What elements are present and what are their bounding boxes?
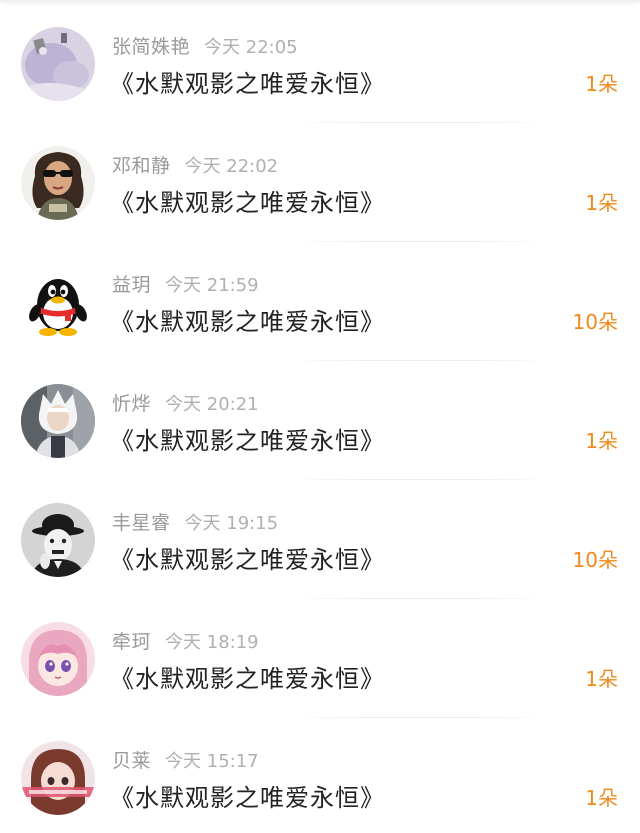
list-item[interactable]: 丰星睿 今天 19:15 《水默观影之唯爱永恒》 10朵	[0, 480, 640, 599]
flower-count: 1朵	[585, 191, 618, 215]
list-item[interactable]: 邓和静 今天 22:02 《水默观影之唯爱永恒》 1朵	[0, 123, 640, 242]
white-hair-cosplay-avatar	[21, 384, 95, 458]
woman-sunglasses-avatar	[21, 146, 95, 220]
timestamp: 今天 22:02	[184, 156, 279, 177]
user-name-text: 忻烨	[112, 393, 152, 415]
flower-count: 1朵	[585, 429, 618, 453]
flower-count: 1朵	[585, 667, 618, 691]
list-item[interactable]: 牵珂 今天 18:19 《水默观影之唯爱永恒》 1朵	[0, 599, 640, 718]
movie-title: 《水默观影之唯爱永恒》	[110, 189, 385, 217]
timestamp: 今天 21:59	[165, 275, 259, 296]
user-name: 益玥 今天 21:59	[112, 270, 259, 297]
user-name-text: 牵珂	[112, 631, 152, 653]
user-name-text: 贝莱	[112, 750, 152, 772]
gift-list: 张简姝艳 今天 22:05 《水默观影之唯爱永恒》 1朵 邓和静 今天 22:0…	[0, 4, 640, 833]
avatar[interactable]	[21, 146, 95, 220]
user-name: 张简姝艳 今天 22:05	[112, 32, 298, 59]
user-name-text: 邓和静	[112, 155, 171, 177]
user-name: 贝莱 今天 15:17	[112, 746, 259, 773]
avatar[interactable]	[21, 622, 95, 696]
list-item[interactable]: 贝莱 今天 15:17 《水默观影之唯爱永恒》 1朵	[0, 718, 640, 833]
movie-title: 《水默观影之唯爱永恒》	[110, 70, 385, 98]
gift-record-page: 张简姝艳 今天 22:05 《水默观影之唯爱永恒》 1朵 邓和静 今天 22:0…	[0, 0, 640, 833]
timestamp: 今天 20:21	[165, 394, 259, 415]
timestamp: 今天 22:05	[204, 37, 298, 58]
timestamp: 今天 18:19	[165, 632, 259, 653]
list-item[interactable]: 忻烨 今天 20:21 《水默观影之唯爱永恒》 1朵	[0, 361, 640, 480]
movie-title: 《水默观影之唯爱永恒》	[110, 784, 385, 812]
flower-count: 10朵	[572, 310, 618, 334]
avatar[interactable]	[21, 265, 95, 339]
user-name: 邓和静 今天 22:02	[112, 151, 278, 178]
user-name: 牵珂 今天 18:19	[112, 627, 259, 654]
anime-girl-avatar	[21, 622, 95, 696]
abstract-painting-avatar	[21, 27, 95, 101]
list-item[interactable]: 张简姝艳 今天 22:05 《水默观影之唯爱永恒》 1朵	[0, 4, 640, 123]
user-name: 丰星睿 今天 19:15	[112, 508, 278, 535]
avatar[interactable]	[21, 503, 95, 577]
avatar[interactable]	[21, 27, 95, 101]
movie-title: 《水默观影之唯爱永恒》	[110, 427, 385, 455]
flower-count: 10朵	[572, 548, 618, 572]
bowler-hat-man-avatar	[21, 503, 95, 577]
user-name-text: 益玥	[112, 274, 152, 296]
list-item[interactable]: 益玥 今天 21:59 《水默观影之唯爱永恒》 10朵	[0, 242, 640, 361]
user-name-text: 丰星睿	[112, 512, 171, 534]
timestamp: 今天 15:17	[165, 751, 259, 772]
user-name: 忻烨 今天 20:21	[112, 389, 259, 416]
flower-count: 1朵	[585, 72, 618, 96]
movie-title: 《水默观影之唯爱永恒》	[110, 665, 385, 693]
qq-penguin-avatar	[21, 265, 95, 339]
avatar[interactable]	[21, 741, 95, 815]
timestamp: 今天 19:15	[184, 513, 279, 534]
movie-title: 《水默观影之唯爱永恒》	[110, 308, 385, 336]
user-name-text: 张简姝艳	[112, 36, 191, 58]
doll-girl-avatar	[21, 741, 95, 815]
flower-count: 1朵	[585, 786, 618, 810]
avatar[interactable]	[21, 384, 95, 458]
movie-title: 《水默观影之唯爱永恒》	[110, 546, 385, 574]
